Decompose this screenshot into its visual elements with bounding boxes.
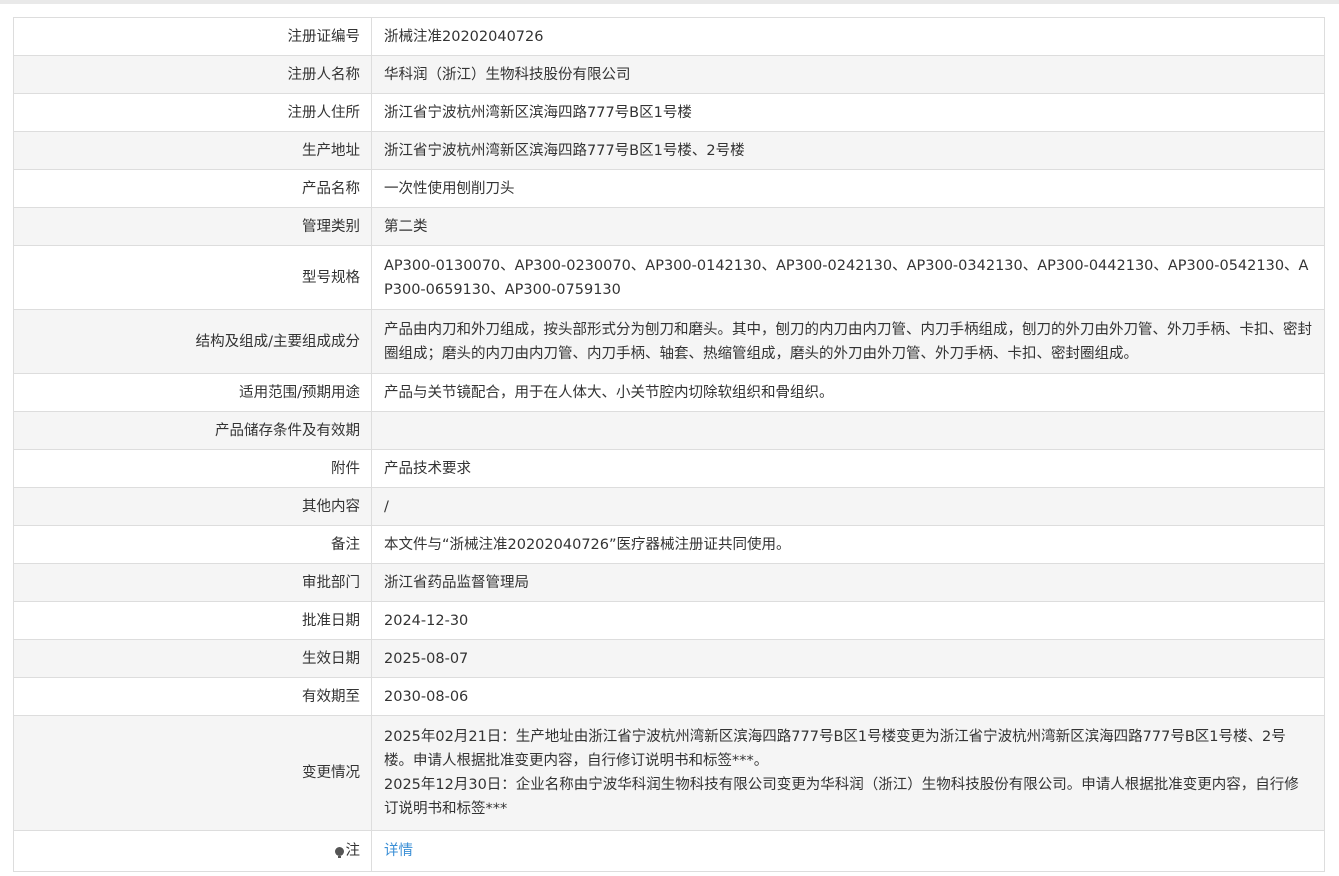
table-row: 备注 本文件与“浙械注准20202040726”医疗器械注册证共同使用。 <box>13 525 1325 564</box>
row-value: 产品由内刀和外刀组成，按头部形式分为刨刀和磨头。其中，刨刀的内刀由内刀管、内刀手… <box>371 309 1325 374</box>
row-value: 浙械注准20202040726 <box>371 17 1325 56</box>
row-value: / <box>371 487 1325 526</box>
table-row: 管理类别 第二类 <box>13 207 1325 246</box>
row-value: 浙江省药品监督管理局 <box>371 563 1325 602</box>
row-label: 审批部门 <box>13 563 372 602</box>
table-row: 附件 产品技术要求 <box>13 449 1325 488</box>
row-value: AP300-0130070、AP300-0230070、AP300-014213… <box>371 245 1325 310</box>
row-label: 注册人名称 <box>13 55 372 94</box>
row-label: 其他内容 <box>13 487 372 526</box>
row-value: 产品与关节镜配合，用于在人体大、小关节腔内切除软组织和骨组织。 <box>371 373 1325 412</box>
row-value: 2025-08-07 <box>371 639 1325 678</box>
row-label: 变更情况 <box>13 715 372 831</box>
row-value: 第二类 <box>371 207 1325 246</box>
row-label: 注册人住所 <box>13 93 372 132</box>
row-label: 型号规格 <box>13 245 372 310</box>
bulb-icon <box>334 847 344 858</box>
note-label: 注 <box>345 843 361 859</box>
table-row: 其他内容 / <box>13 487 1325 526</box>
table-row: 生效日期 2025-08-07 <box>13 639 1325 678</box>
row-value: 2024-12-30 <box>371 601 1325 640</box>
row-label: 结构及组成/主要组成成分 <box>13 309 372 374</box>
table-row: 注册证编号 浙械注准20202040726 <box>13 17 1325 56</box>
registration-detail-table: 注册证编号 浙械注准20202040726 注册人名称 华科润（浙江）生物科技股… <box>13 17 1325 872</box>
row-label: 适用范围/预期用途 <box>13 373 372 412</box>
table-row: 产品储存条件及有效期 <box>13 411 1325 450</box>
row-label: 备注 <box>13 525 372 564</box>
change-entry: 2025年02月21日：生产地址由浙江省宁波杭州湾新区滨海四路777号B区1号楼… <box>384 729 1286 769</box>
row-value: 浙江省宁波杭州湾新区滨海四路777号B区1号楼、2号楼 <box>371 131 1325 170</box>
table-row: 注册人住所 浙江省宁波杭州湾新区滨海四路777号B区1号楼 <box>13 93 1325 132</box>
table-row: 注册人名称 华科润（浙江）生物科技股份有限公司 <box>13 55 1325 94</box>
row-label: 产品储存条件及有效期 <box>13 411 372 450</box>
table-row: 批准日期 2024-12-30 <box>13 601 1325 640</box>
note-value-cell: 详情 <box>371 830 1325 872</box>
row-value: 华科润（浙江）生物科技股份有限公司 <box>371 55 1325 94</box>
row-label: 有效期至 <box>13 677 372 716</box>
change-entry: 2025年12月30日：企业名称由宁波华科润生物科技有限公司变更为华科润（浙江）… <box>384 777 1299 817</box>
table-row: 型号规格 AP300-0130070、AP300-0230070、AP300-0… <box>13 245 1325 310</box>
row-label: 生产地址 <box>13 131 372 170</box>
table-row: 结构及组成/主要组成成分 产品由内刀和外刀组成，按头部形式分为刨刀和磨头。其中，… <box>13 309 1325 374</box>
note-label-cell: 注 <box>13 830 372 872</box>
table-row: 产品名称 一次性使用刨削刀头 <box>13 169 1325 208</box>
table-row: 有效期至 2030-08-06 <box>13 677 1325 716</box>
table-row-changes: 变更情况 2025年02月21日：生产地址由浙江省宁波杭州湾新区滨海四路777号… <box>13 715 1325 831</box>
row-label: 附件 <box>13 449 372 488</box>
changes-value: 2025年02月21日：生产地址由浙江省宁波杭州湾新区滨海四路777号B区1号楼… <box>371 715 1325 831</box>
row-value: 本文件与“浙械注准20202040726”医疗器械注册证共同使用。 <box>371 525 1325 564</box>
row-value: 2030-08-06 <box>371 677 1325 716</box>
row-label: 产品名称 <box>13 169 372 208</box>
top-strip <box>0 0 1339 4</box>
table-row-note: 注 详情 <box>13 830 1325 872</box>
table-row: 适用范围/预期用途 产品与关节镜配合，用于在人体大、小关节腔内切除软组织和骨组织… <box>13 373 1325 412</box>
table-row: 审批部门 浙江省药品监督管理局 <box>13 563 1325 602</box>
row-label: 生效日期 <box>13 639 372 678</box>
row-value: 产品技术要求 <box>371 449 1325 488</box>
row-value <box>371 411 1325 450</box>
row-label: 批准日期 <box>13 601 372 640</box>
details-link[interactable]: 详情 <box>384 843 413 859</box>
table-row: 生产地址 浙江省宁波杭州湾新区滨海四路777号B区1号楼、2号楼 <box>13 131 1325 170</box>
row-label: 注册证编号 <box>13 17 372 56</box>
row-value: 浙江省宁波杭州湾新区滨海四路777号B区1号楼 <box>371 93 1325 132</box>
row-label: 管理类别 <box>13 207 372 246</box>
row-value: 一次性使用刨削刀头 <box>371 169 1325 208</box>
